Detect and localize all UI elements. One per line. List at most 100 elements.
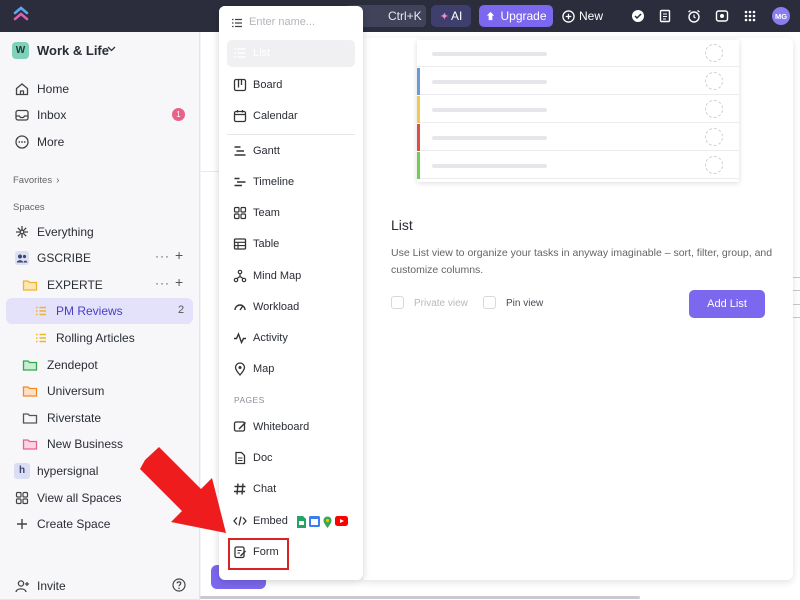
- chevron-down-icon[interactable]: [107, 46, 116, 52]
- sidebar-item-label: hypersignal: [37, 464, 99, 478]
- alarm-clock-icon[interactable]: [686, 8, 702, 24]
- view-option-label: Team: [253, 207, 280, 219]
- workspace-name[interactable]: Work & Life: [37, 43, 109, 58]
- sidebar-item-label: Home: [37, 82, 70, 96]
- view-option-label: Gantt: [253, 145, 280, 157]
- sidebar-item-label: Rolling Articles: [56, 331, 135, 345]
- sidebar-item-create-space[interactable]: Create Space: [0, 511, 200, 537]
- folder-icon: [22, 386, 38, 397]
- more-options-icon[interactable]: ···: [155, 276, 170, 290]
- task-count: 2: [178, 304, 185, 316]
- favorites-section-header[interactable]: Favorites ›: [13, 175, 59, 186]
- youtube-icon: [335, 516, 348, 526]
- preview-line: [432, 52, 547, 56]
- list-icon: [36, 306, 46, 316]
- view-option-workload[interactable]: Workload: [227, 294, 355, 321]
- sidebar-item-gscribe[interactable]: GSCRIBE ··· +: [0, 245, 200, 271]
- pin-view-checkbox[interactable]: [483, 296, 496, 309]
- gantt-icon: [234, 146, 246, 156]
- embed-app-logos: [297, 516, 348, 528]
- check-circle-icon[interactable]: [630, 8, 646, 24]
- view-name-search: [219, 6, 347, 40]
- sidebar-item-label: More: [37, 135, 65, 149]
- view-option-calendar[interactable]: Calendar: [227, 103, 355, 130]
- clickup-logo-icon[interactable]: [12, 6, 30, 26]
- help-icon[interactable]: [172, 578, 186, 592]
- form-highlight-box: [228, 538, 289, 570]
- view-option-chat[interactable]: Chat: [227, 476, 355, 503]
- view-option-activity[interactable]: Activity: [227, 325, 355, 352]
- new-button[interactable]: New: [562, 5, 608, 27]
- view-option-label: Embed: [253, 515, 288, 527]
- sidebar-item-home[interactable]: Home: [0, 76, 200, 102]
- pin-view-label: Pin view: [506, 298, 544, 309]
- sparkle-icon: ✦: [439, 10, 449, 23]
- sidebar-item-rolling-articles[interactable]: Rolling Articles: [0, 325, 200, 351]
- add-icon[interactable]: +: [175, 247, 183, 263]
- sidebar-item-hypersignal[interactable]: h hypersignal: [0, 458, 200, 484]
- add-icon[interactable]: +: [175, 274, 183, 290]
- invite-button[interactable]: Invite: [0, 573, 200, 599]
- spaces-section-header: Spaces: [13, 202, 45, 213]
- sidebar-item-inbox[interactable]: Inbox 1: [0, 102, 200, 128]
- view-option-whiteboard[interactable]: Whiteboard: [227, 414, 355, 441]
- view-option-gantt[interactable]: Gantt: [227, 138, 355, 165]
- inbox-icon: [15, 109, 29, 121]
- sidebar: W Work & Life Home Inbox 1 More Favorite…: [0, 32, 200, 600]
- preview-color-bar: [417, 152, 420, 179]
- sidebar-item-more[interactable]: More: [0, 129, 200, 155]
- apps-grid-icon[interactable]: [742, 8, 758, 24]
- view-option-board[interactable]: Board: [227, 72, 355, 99]
- sidebar-item-experte[interactable]: EXPERTE ··· +: [0, 272, 200, 298]
- ai-button[interactable]: ✦ AI: [431, 5, 471, 27]
- google-calendar-icon: [309, 516, 320, 527]
- table-icon: [233, 238, 247, 250]
- view-option-doc[interactable]: Doc: [227, 445, 355, 472]
- view-option-list[interactable]: List: [227, 40, 355, 67]
- view-option-embed[interactable]: Embed: [227, 508, 355, 535]
- sidebar-item-view-all-spaces[interactable]: View all Spaces: [0, 485, 200, 511]
- view-option-mind-map[interactable]: Mind Map: [227, 263, 355, 290]
- more-options-icon[interactable]: ···: [155, 249, 170, 263]
- sidebar-item-label: EXPERTE: [47, 278, 103, 292]
- timeline-icon: [234, 177, 246, 187]
- sidebar-item-everything[interactable]: Everything: [0, 219, 200, 245]
- preview-line: [432, 80, 547, 84]
- private-view-checkbox[interactable]: [391, 296, 404, 309]
- horizontal-scrollbar[interactable]: [200, 596, 640, 599]
- view-name-input[interactable]: [249, 16, 341, 28]
- google-maps-icon: [323, 516, 332, 528]
- preview-color-bar: [417, 96, 420, 123]
- view-option-map[interactable]: Map: [227, 356, 355, 383]
- workload-icon: [234, 304, 246, 311]
- preview-color-bar: [417, 68, 420, 95]
- folder-icon: [22, 413, 38, 424]
- sidebar-item-pm-reviews[interactable]: PM Reviews 2: [6, 298, 193, 324]
- sidebar-item-universum[interactable]: Universum: [0, 378, 200, 404]
- preview-row: [417, 152, 739, 179]
- video-record-icon[interactable]: [714, 8, 730, 24]
- view-option-label: Map: [253, 363, 275, 375]
- sidebar-item-new-business[interactable]: New Business: [0, 431, 200, 457]
- invite-label: Invite: [37, 579, 66, 593]
- upgrade-button[interactable]: Upgrade: [479, 5, 553, 27]
- preview-circle: [705, 72, 723, 90]
- list-preview-illustration: [417, 40, 739, 182]
- notepad-icon[interactable]: [657, 8, 673, 24]
- chat-icon: [234, 483, 246, 495]
- view-option-table[interactable]: Table: [227, 231, 355, 258]
- team-space-icon: [15, 251, 29, 265]
- sidebar-item-riverstate[interactable]: Riverstate: [0, 405, 200, 431]
- inbox-count-badge: 1: [172, 108, 185, 121]
- view-option-label: Timeline: [253, 176, 295, 188]
- everything-icon: [16, 226, 28, 238]
- google-sheets-icon: [297, 516, 306, 528]
- user-avatar[interactable]: MG: [772, 7, 790, 25]
- sidebar-item-zendepot[interactable]: Zendepot: [0, 352, 200, 378]
- workspace-badge[interactable]: W: [12, 42, 29, 59]
- menu-separator: [227, 134, 355, 135]
- view-option-timeline[interactable]: Timeline: [227, 169, 355, 196]
- sidebar-item-label: PM Reviews: [56, 304, 123, 318]
- add-list-button[interactable]: Add List: [689, 290, 765, 318]
- view-option-team[interactable]: Team: [227, 200, 355, 227]
